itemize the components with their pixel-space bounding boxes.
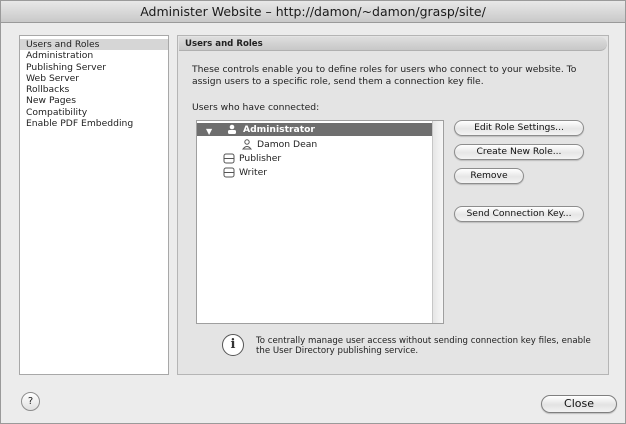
send-connection-key-button[interactable]: Send Connection Key... bbox=[454, 206, 584, 222]
role-group-icon bbox=[223, 167, 235, 178]
sidebar-item-new-pages[interactable]: New Pages bbox=[20, 95, 168, 106]
tree-row-label: Damon Dean bbox=[257, 139, 318, 150]
administer-website-window: Administer Website – http://damon/~damon… bbox=[0, 0, 626, 424]
tree-row-administrator[interactable]: ▼ Administrator bbox=[197, 123, 433, 136]
close-button[interactable]: Close bbox=[541, 395, 617, 413]
edit-role-settings-button[interactable]: Edit Role Settings... bbox=[454, 120, 584, 136]
role-group-icon bbox=[228, 124, 236, 134]
panel-description: These controls enable you to define role… bbox=[192, 64, 577, 87]
tree-row-writer[interactable]: Writer bbox=[197, 166, 433, 179]
tree-row-label: Writer bbox=[239, 167, 268, 178]
info-icon: i bbox=[222, 334, 244, 356]
window-title: Administer Website – http://damon/~damon… bbox=[1, 1, 625, 23]
remove-button[interactable]: Remove bbox=[454, 168, 524, 184]
sidebar-item-compatibility[interactable]: Compatibility bbox=[20, 107, 168, 118]
role-group-icon bbox=[223, 153, 235, 164]
sidebar-item-web-server[interactable]: Web Server bbox=[20, 73, 168, 84]
users-connected-label: Users who have connected: bbox=[192, 102, 320, 113]
person-icon bbox=[241, 139, 253, 150]
users-and-roles-panel: Users and Roles These controls enable yo… bbox=[177, 35, 609, 375]
tree-row-label: Administrator bbox=[243, 124, 315, 135]
sidebar-item-users-and-roles[interactable]: Users and Roles bbox=[20, 39, 168, 51]
tree-scrollbar[interactable] bbox=[432, 121, 443, 323]
sidebar-item-rollbacks[interactable]: Rollbacks bbox=[20, 84, 168, 95]
tree-row-label: Publisher bbox=[239, 153, 282, 164]
disclosure-triangle-icon[interactable]: ▼ bbox=[206, 125, 212, 138]
create-new-role-button[interactable]: Create New Role... bbox=[454, 144, 584, 160]
info-text: To centrally manage user access without … bbox=[256, 336, 591, 356]
sidebar-item-enable-pdf-embedding[interactable]: Enable PDF Embedding bbox=[20, 118, 168, 129]
sidebar-item-administration[interactable]: Administration bbox=[20, 50, 168, 61]
tree-row-publisher[interactable]: Publisher bbox=[197, 152, 433, 165]
users-roles-tree[interactable]: ▼ Administrator Damon Dean Publisher Wri… bbox=[196, 120, 444, 324]
section-header: Users and Roles bbox=[179, 37, 607, 51]
sidebar-item-publishing-server[interactable]: Publishing Server bbox=[20, 62, 168, 73]
info-notice: i To centrally manage user access withou… bbox=[222, 332, 592, 372]
help-button[interactable]: ? bbox=[21, 392, 40, 411]
settings-sidebar: Users and Roles Administration Publishin… bbox=[19, 35, 169, 375]
tree-row-damon-dean[interactable]: Damon Dean bbox=[197, 138, 433, 151]
